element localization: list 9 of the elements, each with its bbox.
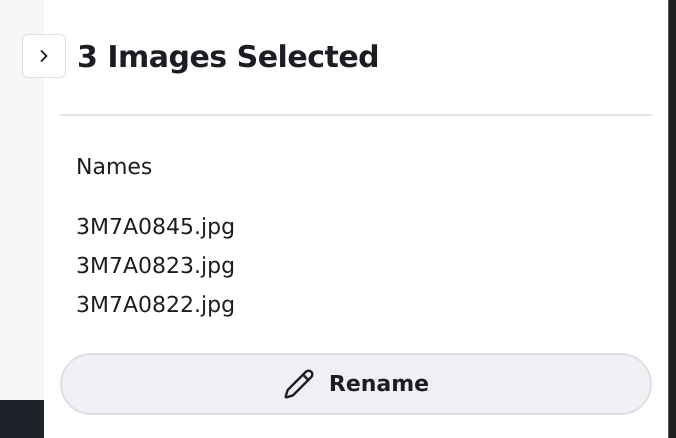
dark-bar (0, 400, 44, 438)
file-name: 3M7A0845.jpg (76, 214, 236, 242)
expand-button[interactable] (22, 34, 66, 78)
names-label: Names (76, 154, 154, 182)
file-name: 3M7A0823.jpg (76, 253, 236, 281)
pencil-icon (282, 368, 315, 400)
rename-button[interactable]: Rename (60, 353, 652, 415)
panel-title: 3 Images Selected (77, 38, 380, 76)
file-name: 3M7A0822.jpg (76, 292, 236, 320)
